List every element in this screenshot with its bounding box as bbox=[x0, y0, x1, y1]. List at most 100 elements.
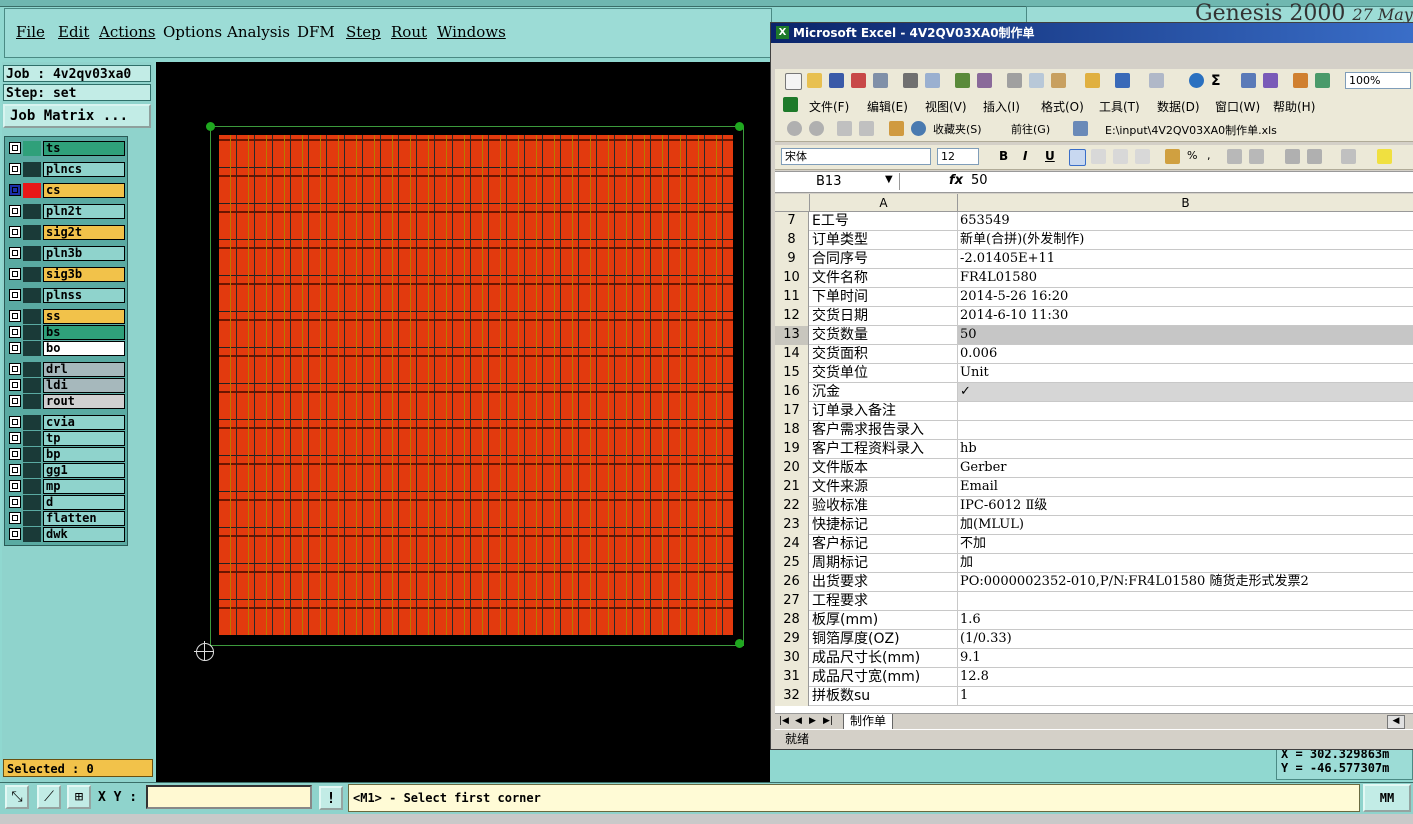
row-number[interactable]: 7 bbox=[775, 212, 809, 231]
copy-icon[interactable] bbox=[1029, 73, 1044, 88]
cell-a[interactable]: 下单时间 bbox=[810, 288, 958, 306]
layer-name[interactable]: ldi bbox=[43, 378, 125, 393]
layer-row[interactable]: rout bbox=[7, 394, 125, 409]
layer-row[interactable]: bp bbox=[7, 447, 125, 462]
cell-a[interactable]: 成品尺寸宽(mm) bbox=[810, 668, 958, 686]
layer-name[interactable]: bp bbox=[43, 447, 125, 462]
excel-doc-icon[interactable] bbox=[783, 97, 798, 112]
menu-actions[interactable]: Actions bbox=[99, 23, 155, 41]
cell-b[interactable]: hb bbox=[958, 440, 1413, 458]
redo-icon[interactable] bbox=[1149, 73, 1164, 88]
menu-rout[interactable]: Rout bbox=[391, 23, 427, 41]
cell-b[interactable]: Gerber bbox=[958, 459, 1413, 477]
xl-menu-window[interactable]: 窗口(W) bbox=[1215, 98, 1260, 115]
cell-b[interactable]: 9.1 bbox=[958, 649, 1413, 667]
show-web-toolbar-icon[interactable] bbox=[1073, 121, 1088, 136]
cell-b[interactable]: 0.006 bbox=[958, 345, 1413, 363]
layer-name[interactable]: plnss bbox=[43, 288, 125, 303]
cell-a[interactable]: 交货单位 bbox=[810, 364, 958, 382]
cell-b[interactable]: Unit bbox=[958, 364, 1413, 382]
cell-b[interactable]: 653549 bbox=[958, 212, 1413, 230]
layer-row[interactable]: ts bbox=[7, 141, 125, 156]
cell-a[interactable]: 成品尺寸长(mm) bbox=[810, 649, 958, 667]
layer-row[interactable]: bo bbox=[7, 341, 125, 356]
layer-checkbox[interactable] bbox=[9, 289, 21, 301]
search-web-icon[interactable] bbox=[911, 121, 926, 136]
forward-icon[interactable] bbox=[809, 121, 824, 136]
alert-icon[interactable]: ! bbox=[319, 786, 343, 810]
row-number[interactable]: 26 bbox=[775, 573, 809, 592]
increase-indent-icon[interactable] bbox=[1307, 149, 1322, 164]
row-number[interactable]: 31 bbox=[775, 668, 809, 687]
cell-a[interactable]: 周期标记 bbox=[810, 554, 958, 572]
menu-windows[interactable]: Windows bbox=[437, 23, 506, 41]
cell-b[interactable]: 1 bbox=[958, 687, 1413, 705]
layer-color-swatch[interactable] bbox=[23, 394, 41, 409]
layer-row[interactable]: ss bbox=[7, 309, 125, 324]
sheet-tab[interactable]: 制作单 bbox=[843, 714, 894, 730]
layer-checkbox[interactable] bbox=[9, 184, 21, 196]
layer-name[interactable]: ss bbox=[43, 309, 125, 324]
cell-b[interactable] bbox=[958, 592, 1413, 610]
column-header-a[interactable]: A bbox=[810, 194, 958, 212]
layer-row[interactable]: pln2t bbox=[7, 204, 125, 219]
address-path[interactable]: E:\input\4V2QV03XA0制作单.xls bbox=[1105, 122, 1277, 138]
cut-icon[interactable] bbox=[1007, 73, 1022, 88]
layer-checkbox[interactable] bbox=[9, 310, 21, 322]
cell-a[interactable]: 工程要求 bbox=[810, 592, 958, 610]
xl-menu-insert[interactable]: 插入(I) bbox=[983, 98, 1020, 115]
layer-name[interactable]: cs bbox=[43, 183, 125, 198]
layer-row[interactable]: flatten bbox=[7, 511, 125, 526]
layer-row[interactable]: d bbox=[7, 495, 125, 510]
layer-row[interactable]: gg1 bbox=[7, 463, 125, 478]
open-icon[interactable] bbox=[807, 73, 822, 88]
layer-name[interactable]: bo bbox=[43, 341, 125, 356]
cell-b[interactable]: Email bbox=[958, 478, 1413, 496]
layer-name[interactable]: ts bbox=[43, 141, 125, 156]
excel-titlebar[interactable]: X Microsoft Excel - 4V2QV03XA0制作单 bbox=[771, 23, 1413, 43]
layer-checkbox[interactable] bbox=[9, 528, 21, 540]
drawing-icon[interactable] bbox=[1315, 73, 1330, 88]
job-matrix-button[interactable]: Job Matrix ... bbox=[3, 104, 151, 128]
layer-color-swatch[interactable] bbox=[23, 288, 41, 303]
underline-button[interactable]: U bbox=[1045, 149, 1055, 163]
row-number[interactable]: 9 bbox=[775, 250, 809, 269]
cell-a[interactable]: 交货面积 bbox=[810, 345, 958, 363]
layer-checkbox[interactable] bbox=[9, 480, 21, 492]
layer-checkbox[interactable] bbox=[9, 142, 21, 154]
row-number[interactable]: 27 bbox=[775, 592, 809, 611]
bold-button[interactable]: B bbox=[999, 149, 1008, 163]
research-icon[interactable] bbox=[977, 73, 992, 88]
print-icon[interactable] bbox=[903, 73, 918, 88]
stop-icon[interactable] bbox=[837, 121, 852, 136]
layer-name[interactable]: sig3b bbox=[43, 267, 125, 282]
cell-b[interactable] bbox=[958, 421, 1413, 439]
pcb-panel[interactable] bbox=[210, 126, 744, 646]
currency-icon[interactable] bbox=[1165, 149, 1180, 164]
cell-b[interactable]: 新单(合拼)(外发制作) bbox=[958, 231, 1413, 249]
row-number[interactable]: 21 bbox=[775, 478, 809, 497]
layer-color-swatch[interactable] bbox=[23, 341, 41, 356]
fill-color-icon[interactable] bbox=[1377, 149, 1392, 164]
measure-icon[interactable]: ⟋ bbox=[37, 785, 61, 809]
layer-name[interactable]: cvia bbox=[43, 415, 125, 430]
menu-analysis[interactable]: Analysis bbox=[227, 23, 290, 41]
paste-icon[interactable] bbox=[1051, 73, 1066, 88]
layer-checkbox[interactable] bbox=[9, 448, 21, 460]
cell-b[interactable]: 2014-5-26 16:20 bbox=[958, 288, 1413, 306]
row-number[interactable]: 23 bbox=[775, 516, 809, 535]
home-icon[interactable] bbox=[889, 121, 904, 136]
menu-step[interactable]: Step bbox=[346, 23, 381, 41]
cell-b[interactable]: 50 bbox=[958, 326, 1413, 344]
layer-row[interactable]: mp bbox=[7, 479, 125, 494]
cell-b[interactable]: 12.8 bbox=[958, 668, 1413, 686]
layer-row[interactable]: drl bbox=[7, 362, 125, 377]
h-scroll-left-icon[interactable]: ◀ bbox=[1387, 715, 1405, 729]
new-icon[interactable] bbox=[785, 73, 802, 90]
layer-color-swatch[interactable] bbox=[23, 225, 41, 240]
layer-row[interactable]: pln3b bbox=[7, 246, 125, 261]
comma-icon[interactable]: , bbox=[1207, 149, 1222, 164]
layer-name[interactable]: drl bbox=[43, 362, 125, 377]
layer-name[interactable]: tp bbox=[43, 431, 125, 446]
cell-a[interactable]: 合同序号 bbox=[810, 250, 958, 268]
